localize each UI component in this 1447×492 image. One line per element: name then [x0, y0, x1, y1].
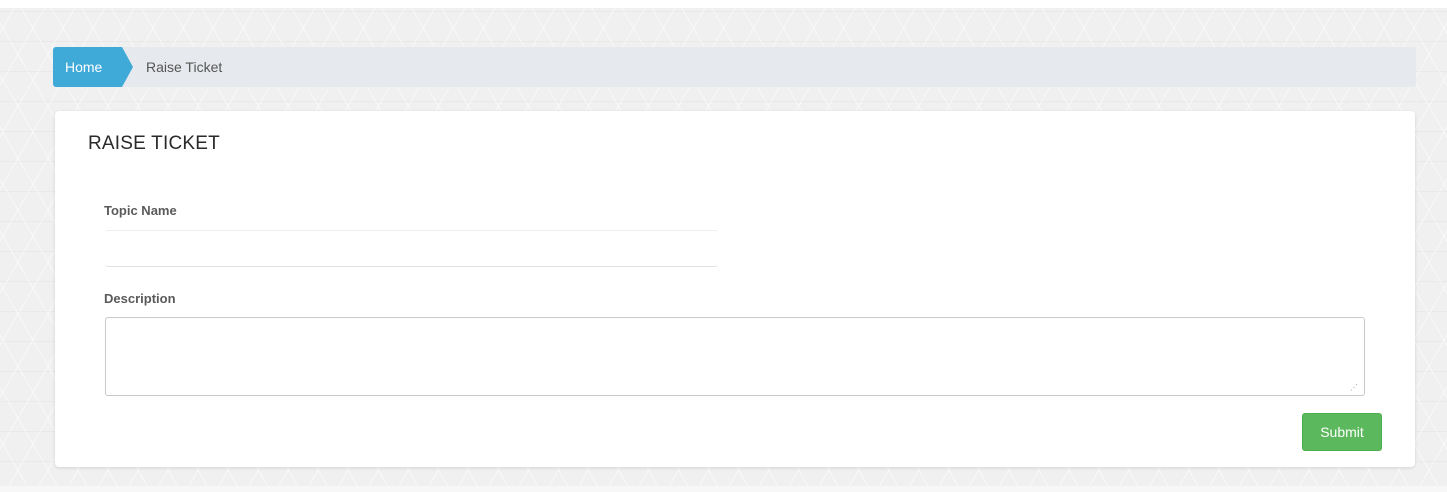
resize-grip-icon[interactable]: ⋰ — [1349, 383, 1359, 393]
submit-button[interactable]: Submit — [1302, 413, 1382, 451]
breadcrumb-home-link[interactable]: Home — [53, 47, 122, 87]
raise-ticket-panel: RAISE TICKET Topic Name Description ⋰ Su… — [55, 111, 1415, 467]
bottom-strip — [0, 486, 1447, 492]
breadcrumb: Home Raise Ticket — [53, 47, 1416, 87]
top-strip — [0, 0, 1447, 8]
breadcrumb-current: Raise Ticket — [146, 59, 223, 75]
breadcrumb-arrow — [122, 47, 133, 87]
topic-name-label: Topic Name — [104, 203, 177, 218]
topic-name-input[interactable] — [105, 230, 718, 267]
description-label: Description — [104, 291, 176, 306]
page-title: RAISE TICKET — [88, 133, 220, 154]
description-textarea[interactable] — [105, 317, 1365, 396]
